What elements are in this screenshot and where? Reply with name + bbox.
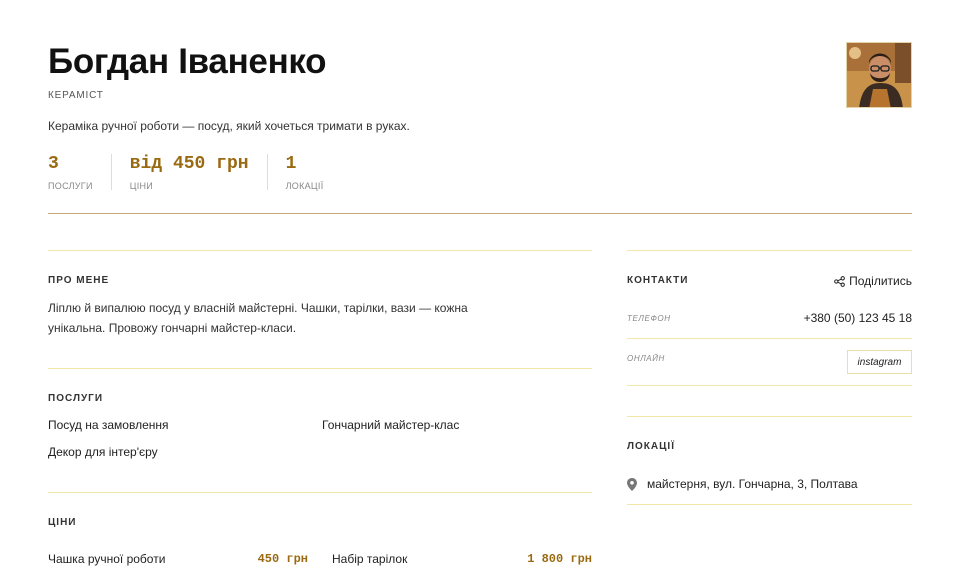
stat-label: ПОСЛУГИ	[48, 181, 93, 191]
divider	[627, 504, 912, 505]
share-icon	[834, 275, 846, 287]
stat-value: 1	[285, 154, 297, 174]
divider	[48, 250, 592, 251]
profile-tagline: Кераміка ручної роботи — посуд, який хоч…	[48, 119, 410, 133]
contacts-title: КОНТАКТИ	[627, 275, 689, 286]
profile-name: Богдан Іваненко	[48, 42, 327, 81]
phone-number[interactable]: +380 (50) 123 45 18	[700, 311, 912, 325]
divider	[627, 385, 912, 386]
profile-header: Богдан Іваненко КЕРАМІСТ Кераміка ручної…	[48, 40, 912, 133]
stat-value: від 450 грн	[129, 154, 249, 174]
price-item-value: 450 грн	[257, 552, 308, 566]
price-item-name: Чашка ручної роботи	[48, 552, 166, 566]
services-title: ПОСЛУГИ	[48, 393, 104, 404]
divider	[627, 416, 912, 417]
stats-row: 3 ПОСЛУГИ від 450 грн ЦІНИ 1 ЛОКАЦІЇ	[48, 154, 360, 191]
service-item: Гончарний майстер-клас	[322, 418, 460, 432]
share-button[interactable]: Поділитись	[834, 274, 912, 288]
stat-value: 3	[48, 154, 59, 174]
location-address: майстерня, вул. Гончарна, 3, Полтава	[647, 477, 858, 491]
map-pin-icon	[627, 477, 637, 491]
instagram-link[interactable]: instagram	[847, 350, 912, 374]
about-line: унікальна. Провожу гончарні майстер-клас…	[48, 321, 297, 335]
about-line: Ліплю й випалюю посуд у власній майстерн…	[48, 301, 468, 315]
about-text: Ліплю й випалюю посуд у власній майстерн…	[48, 298, 518, 338]
locations-title: ЛОКАЦІЇ	[627, 441, 675, 452]
divider	[627, 338, 912, 339]
avatar	[846, 42, 912, 108]
phone-label: ТЕЛЕФОН	[627, 314, 671, 323]
location-item[interactable]: майстерня, вул. Гончарна, 3, Полтава	[627, 477, 858, 491]
stat-locations: 1 ЛОКАЦІЇ	[285, 154, 342, 191]
profile-role: КЕРАМІСТ	[48, 90, 104, 101]
divider	[48, 368, 592, 369]
divider	[627, 250, 912, 251]
stat-prices: від 450 грн ЦІНИ	[129, 154, 268, 191]
about-title: ПРО МЕНЕ	[48, 275, 110, 286]
stat-label: ЛОКАЦІЇ	[285, 181, 324, 191]
stat-services: 3 ПОСЛУГИ	[48, 154, 112, 191]
stat-label: ЦІНИ	[129, 181, 154, 191]
avatar-photo	[847, 43, 911, 107]
header-divider	[48, 213, 912, 214]
divider	[48, 492, 592, 493]
price-item-name: Набір тарілок	[332, 552, 408, 566]
price-item-value: 1 800 грн	[527, 552, 592, 566]
share-label: Поділитись	[849, 274, 912, 288]
online-label: ОНЛАЙН	[627, 354, 665, 363]
prices-title: ЦІНИ	[48, 517, 77, 528]
service-item: Декор для інтер'єру	[48, 445, 158, 459]
service-item: Посуд на замовлення	[48, 418, 169, 432]
